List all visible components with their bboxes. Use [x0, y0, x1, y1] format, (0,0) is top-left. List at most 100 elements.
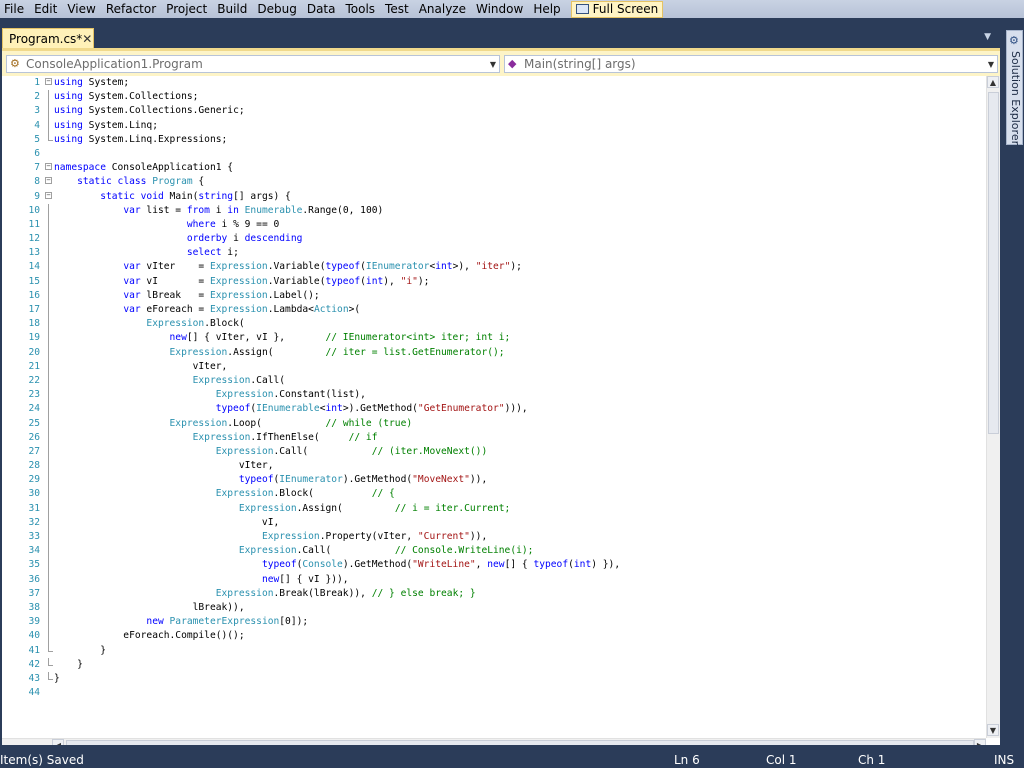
line-number: 19	[28, 332, 40, 344]
menu-file[interactable]: File	[0, 1, 30, 17]
collapse-icon[interactable]: −	[45, 163, 52, 171]
code-line[interactable]: typeof(IEnumerator).GetMethod("MoveNext"…	[54, 473, 620, 487]
chevron-down-icon[interactable]: ▼	[988, 60, 994, 69]
collapse-icon[interactable]: −	[45, 191, 52, 199]
menu-build[interactable]: Build	[213, 1, 253, 17]
code-token: class	[117, 176, 147, 188]
code-line[interactable]: Expression.Call( // Console.WriteLine(i)…	[54, 544, 620, 558]
code-line[interactable]: typeof(IEnumerable<int>).GetMethod("GetE…	[54, 402, 620, 416]
code-text[interactable]: using System; using System.Collections; us…	[54, 76, 620, 700]
code-line[interactable]: using System.Collections;	[54, 90, 620, 104]
close-icon[interactable]: ✕	[82, 32, 92, 46]
menu-test[interactable]: Test	[381, 1, 415, 17]
code-token: [] {	[504, 559, 534, 571]
code-line[interactable]	[54, 686, 620, 700]
code-line[interactable]: var lBreak = Expression.Label();	[54, 289, 620, 303]
code-line[interactable]: Expression.Assign( // i = iter.Current;	[54, 502, 620, 516]
code-line[interactable]: using System;	[54, 76, 620, 90]
menu-refactor[interactable]: Refactor	[102, 1, 162, 17]
menu-analyze[interactable]: Analyze	[415, 1, 472, 17]
menu-edit[interactable]: Edit	[30, 1, 63, 17]
code-line[interactable]: select i;	[54, 246, 620, 260]
tab-program-cs[interactable]: Program.cs* ✕	[2, 28, 94, 48]
code-line[interactable]: Expression.Call( // (iter.MoveNext())	[54, 445, 620, 459]
code-line[interactable]: }	[54, 672, 620, 686]
code-line[interactable]: }	[54, 658, 620, 672]
code-line[interactable]: using System.Linq;	[54, 119, 620, 133]
code-line[interactable]: new[] { vIter, vI }, // IEnumerator<int>…	[54, 331, 620, 345]
menu-window[interactable]: Window	[472, 1, 529, 17]
chevron-down-icon[interactable]: ▼	[490, 60, 496, 69]
code-line[interactable]: vI,	[54, 516, 620, 530]
code-token: IEnumerator	[279, 474, 343, 486]
code-line[interactable]: Expression.IfThenElse( // if	[54, 431, 620, 445]
scroll-up-icon[interactable]: ▲	[987, 76, 999, 88]
menu-help[interactable]: Help	[529, 1, 566, 17]
full-screen-button[interactable]: Full Screen	[570, 0, 664, 18]
menu-debug[interactable]: Debug	[253, 1, 302, 17]
outline-line	[48, 345, 49, 360]
code-line[interactable]: var vI = Expression.Variable(typeof(int)…	[54, 275, 620, 289]
solution-explorer-tab[interactable]: ⚙ Solution Explorer	[1006, 30, 1023, 145]
code-token: using	[54, 91, 83, 103]
code-line[interactable]: var vIter = Expression.Variable(typeof(I…	[54, 260, 620, 274]
code-line[interactable]: Expression.Break(lBreak)), // } else bre…	[54, 587, 620, 601]
code-line[interactable]: }	[54, 644, 620, 658]
code-line[interactable]: Expression.Assign( // iter = list.GetEnu…	[54, 346, 620, 360]
menu-view[interactable]: View	[63, 1, 101, 17]
code-line[interactable]: new ParameterExpression[0]);	[54, 615, 620, 629]
code-token: i	[209, 204, 228, 216]
code-line[interactable]: Expression.Constant(list),	[54, 388, 620, 402]
code-line[interactable]: eForeach.Compile()();	[54, 629, 620, 643]
code-token: Expression	[146, 318, 205, 330]
code-line[interactable]: static void Main(string[] args) {	[54, 190, 620, 204]
status-message: Item(s) Saved	[0, 753, 84, 767]
code-editor[interactable]: 1 2 3 4 5 6 7 8 9 10 11 12 13 14 15 16 17 18 19 20 21 22 23 24 2…	[2, 76, 1000, 758]
outline-line	[48, 274, 49, 289]
code-line[interactable]: typeof(Console).GetMethod("WriteLine", n…	[54, 558, 620, 572]
code-line[interactable]: Expression.Loop( // while (true)	[54, 417, 620, 431]
member-dropdown[interactable]: ◆ Main(string[] args) ▼	[504, 55, 998, 73]
code-line[interactable]: Expression.Block( // {	[54, 487, 620, 501]
code-line[interactable]: new[] { vI })),	[54, 573, 620, 587]
collapse-icon[interactable]: −	[45, 78, 52, 85]
code-token: vIter =	[140, 261, 210, 273]
type-dropdown[interactable]: ⚙ ConsoleApplication1.Program ▼	[6, 55, 500, 73]
code-token: // if	[348, 431, 378, 443]
menu-data[interactable]: Data	[303, 1, 342, 17]
code-line[interactable]	[54, 147, 620, 161]
scroll-down-icon[interactable]: ▼	[987, 724, 999, 736]
code-line[interactable]: Expression.Block(	[54, 317, 620, 331]
code-line[interactable]: using System.Collections.Generic;	[54, 104, 620, 118]
vertical-scroll-thumb[interactable]	[988, 92, 999, 434]
code-line[interactable]: static class Program {	[54, 175, 620, 189]
code-line[interactable]: where i % 9 == 0	[54, 218, 620, 232]
code-line[interactable]: namespace ConsoleApplication1 {	[54, 161, 620, 175]
code-view[interactable]: 1 2 3 4 5 6 7 8 9 10 11 12 13 14 15 16 17 18 19 20 21 22 23 24 2…	[2, 76, 986, 738]
code-line[interactable]: var list = from i in Enumerable.Range(0,…	[54, 204, 620, 218]
code-token: using	[54, 119, 83, 131]
code-token: .Property(vIter,	[319, 531, 418, 542]
code-line[interactable]: vIter,	[54, 459, 620, 473]
outline-line	[48, 615, 49, 630]
tab-list-dropdown-icon[interactable]: ▼	[984, 32, 991, 42]
code-line[interactable]: using System.Linq.Expressions;	[54, 133, 620, 147]
code-line[interactable]: lBreak)),	[54, 601, 620, 615]
outline-line	[48, 331, 49, 346]
code-token: int	[573, 559, 592, 571]
code-line[interactable]: vIter,	[54, 360, 620, 374]
code-line[interactable]: orderby i descending	[54, 232, 620, 246]
outline-line	[48, 600, 49, 616]
code-token: Expression	[192, 431, 251, 443]
code-token: .Block(	[273, 488, 372, 500]
vertical-scrollbar[interactable]: ▲ ▼	[986, 76, 1000, 738]
code-line[interactable]: Expression.Call(	[54, 374, 620, 388]
menu-tools[interactable]: Tools	[341, 1, 381, 17]
code-line[interactable]: var eForeach = Expression.Lambda<Action>…	[54, 303, 620, 317]
code-line[interactable]: Expression.Property(vIter, "Current")),	[54, 530, 620, 544]
menu-project[interactable]: Project	[162, 1, 213, 17]
collapse-icon[interactable]: −	[45, 177, 52, 185]
